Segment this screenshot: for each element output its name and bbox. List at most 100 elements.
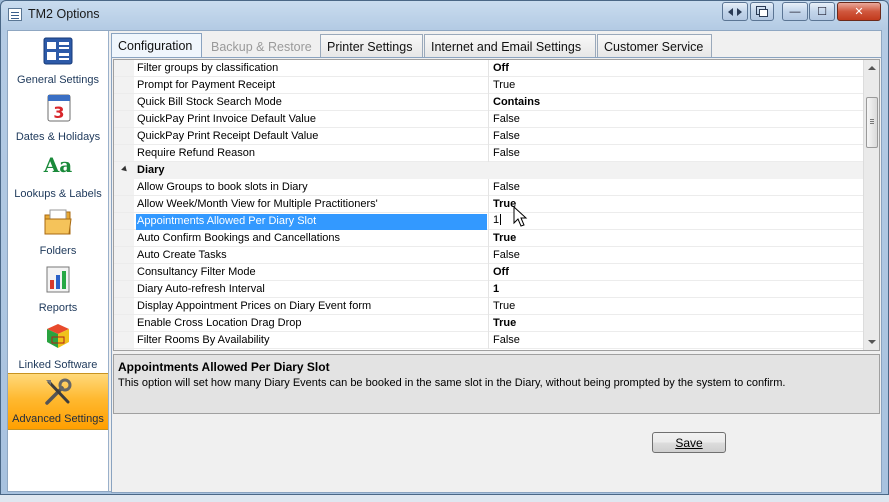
- property-value[interactable]: True: [493, 300, 515, 312]
- close-icon: ✕: [854, 6, 864, 18]
- property-value[interactable]: Contains: [493, 96, 540, 108]
- property-name: Allow Groups to book slots in Diary: [137, 181, 308, 193]
- property-name: Auto Confirm Bookings and Cancellations: [137, 232, 341, 244]
- nav-item-linked-software[interactable]: Linked Software: [8, 318, 108, 375]
- property-name: Enable Cross Location Drag Drop: [137, 317, 302, 329]
- close-button[interactable]: ✕: [837, 2, 881, 21]
- description-pane: Appointments Allowed Per Diary Slot This…: [113, 354, 880, 414]
- property-value[interactable]: True: [493, 79, 515, 91]
- tab-printer-settings[interactable]: Printer Settings: [320, 34, 423, 58]
- property-row-selected[interactable]: Appointments Allowed Per Diary Slot 1: [114, 213, 866, 230]
- nav-item-folders[interactable]: Folders: [8, 204, 108, 261]
- window-title: TM2 Options: [28, 7, 100, 21]
- property-value[interactable]: True: [493, 232, 516, 244]
- property-row[interactable]: Filter Rooms By Availability False: [114, 332, 866, 349]
- property-value[interactable]: False: [493, 249, 520, 261]
- property-name: Filter Rooms By Availability: [137, 334, 270, 346]
- svg-text:Aa: Aa: [43, 153, 73, 177]
- tab-backup-restore: Backup & Restore: [211, 40, 312, 54]
- property-value[interactable]: False: [493, 147, 520, 159]
- tab-internet-email-settings[interactable]: Internet and Email Settings: [424, 34, 596, 58]
- property-row[interactable]: Auto Create Tasks False: [114, 247, 866, 264]
- nav-item-label: Dates & Holidays: [15, 131, 101, 143]
- grid-scrollbar[interactable]: [863, 60, 879, 350]
- property-row[interactable]: Require Refund Reason False: [114, 145, 866, 162]
- property-value[interactable]: True: [493, 317, 516, 329]
- app-icon: [8, 8, 22, 21]
- linked-software-icon: [47, 324, 69, 348]
- minimize-button[interactable]: —: [782, 2, 808, 21]
- property-value[interactable]: False: [493, 130, 520, 142]
- nav-item-label: Linked Software: [18, 359, 98, 371]
- nav-item-label: General Settings: [17, 74, 99, 86]
- property-value[interactable]: Off: [493, 266, 509, 278]
- property-row[interactable]: Filter groups by classification Off: [114, 60, 866, 77]
- property-name: Require Refund Reason: [137, 147, 256, 159]
- property-name: Allow Week/Month View for Multiple Pract…: [137, 198, 378, 210]
- property-name: Display Appointment Prices on Diary Even…: [137, 300, 372, 312]
- lookups-icon: Aa: [43, 153, 73, 177]
- property-value[interactable]: False: [493, 181, 520, 193]
- property-grid[interactable]: Filter groups by classification Off Prom…: [113, 59, 880, 351]
- property-name: Auto Create Tasks: [137, 249, 227, 261]
- nav-item-label: Reports: [38, 302, 78, 314]
- property-row[interactable]: QuickPay Print Invoice Default Value Fal…: [114, 111, 866, 128]
- property-row[interactable]: Prompt for Payment Receipt True: [114, 77, 866, 94]
- property-name: Filter groups by classification: [137, 62, 279, 74]
- bottom-strip: [0, 495, 889, 502]
- tools-icon: [45, 378, 72, 405]
- minimize-icon: —: [789, 5, 801, 18]
- calendar-icon: 3: [47, 94, 71, 122]
- nav-item-label: Lookups & Labels: [14, 188, 102, 200]
- window-layout-icon: [756, 6, 768, 17]
- svg-text:3: 3: [53, 103, 64, 122]
- property-row[interactable]: Consultancy Filter Mode Off: [114, 264, 866, 281]
- property-name: QuickPay Print Invoice Default Value: [137, 113, 316, 125]
- collapse-arrow-icon[interactable]: [121, 165, 129, 174]
- nav-item-advanced-settings[interactable]: Advanced Settings: [8, 373, 108, 430]
- property-name: Prompt for Payment Receipt: [137, 79, 276, 91]
- nav-item-general-settings[interactable]: General Settings: [8, 33, 108, 90]
- options-window: TM2 Options — ☐ ✕ General Settings 3 Dat…: [0, 0, 889, 495]
- settings-tabs: Configuration Backup & Restore Printer S…: [111, 33, 881, 59]
- tab-configuration[interactable]: Configuration: [111, 33, 202, 59]
- mouse-cursor-icon: [513, 206, 528, 227]
- property-value[interactable]: False: [493, 334, 520, 346]
- description-title: Appointments Allowed Per Diary Slot: [118, 360, 330, 374]
- property-value-editor[interactable]: 1: [493, 214, 502, 226]
- property-row[interactable]: Allow Week/Month View for Multiple Pract…: [114, 196, 866, 213]
- client-area: General Settings 3 Dates & Holidays Aa L…: [7, 30, 882, 493]
- scroll-thumb[interactable]: [866, 97, 878, 148]
- property-name: Diary Auto-refresh Interval: [137, 283, 265, 295]
- category-diary[interactable]: Diary: [114, 162, 866, 179]
- property-row[interactable]: QuickPay Print Receipt Default Value Fal…: [114, 128, 866, 145]
- reports-icon: [46, 266, 70, 293]
- property-row[interactable]: Auto Confirm Bookings and Cancellations …: [114, 230, 866, 247]
- property-row[interactable]: Quick Bill Stock Search Mode Contains: [114, 94, 866, 111]
- options-nav: General Settings 3 Dates & Holidays Aa L…: [8, 31, 109, 491]
- property-value[interactable]: Off: [493, 62, 509, 74]
- property-value[interactable]: False: [493, 113, 520, 125]
- property-row[interactable]: Display Appointment Prices on Diary Even…: [114, 298, 866, 315]
- save-button[interactable]: Save: [652, 432, 726, 453]
- nav-item-reports[interactable]: Reports: [8, 261, 108, 318]
- property-name: Consultancy Filter Mode: [137, 266, 256, 278]
- property-name: Appointments Allowed Per Diary Slot: [136, 214, 487, 230]
- maximize-icon: ☐: [817, 6, 827, 18]
- property-row[interactable]: Allow Groups to book slots in Diary Fals…: [114, 179, 866, 196]
- property-row[interactable]: Enable Cross Location Drag Drop True: [114, 315, 866, 332]
- scroll-down-icon[interactable]: [868, 340, 876, 344]
- property-name: Quick Bill Stock Search Mode: [137, 96, 282, 108]
- title-bar[interactable]: TM2 Options — ☐ ✕: [1, 1, 888, 29]
- maximize-button[interactable]: ☐: [809, 2, 835, 21]
- property-value[interactable]: 1: [493, 283, 499, 295]
- nav-item-dates-holidays[interactable]: 3 Dates & Holidays: [8, 90, 108, 147]
- property-row[interactable]: Diary Auto-refresh Interval 1: [114, 281, 866, 298]
- scroll-up-icon[interactable]: [868, 66, 876, 70]
- nav-arrows-button[interactable]: [722, 2, 748, 21]
- restore-layout-button[interactable]: [750, 2, 774, 21]
- nav-item-label: Advanced Settings: [12, 413, 104, 425]
- configuration-panel: Filter groups by classification Off Prom…: [111, 57, 882, 493]
- tab-customer-service[interactable]: Customer Service: [597, 34, 712, 58]
- nav-item-lookups-labels[interactable]: Aa Lookups & Labels: [8, 147, 108, 204]
